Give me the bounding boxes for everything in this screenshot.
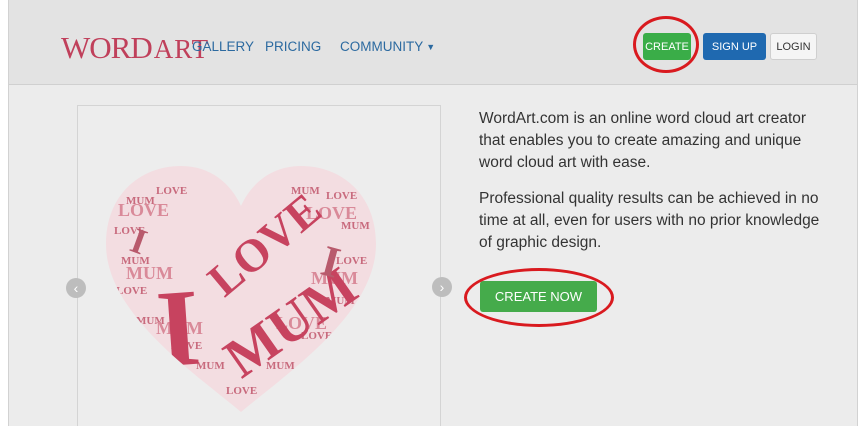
logo[interactable]: WORD ART	[61, 30, 209, 70]
signup-button[interactable]: SIGN UP	[703, 33, 766, 60]
login-button[interactable]: LOGIN	[770, 33, 817, 60]
intro-paragraph: WordArt.com is an online word cloud art …	[479, 110, 807, 171]
fill-word: LOVE	[118, 200, 169, 220]
nav-community-label: COMMUNITY	[340, 39, 424, 54]
quality-paragraph: Professional quality results can be achi…	[479, 190, 820, 251]
nav-pricing[interactable]: PRICING	[265, 39, 321, 54]
fill-word: LOVE	[116, 285, 147, 297]
page-frame: WORD ART GALLERY PRICING COMMUNITY ▼ CREA…	[8, 0, 858, 426]
chevron-left-icon[interactable]: ‹	[66, 278, 86, 298]
nav-community[interactable]: COMMUNITY ▼	[340, 39, 435, 54]
nav-gallery[interactable]: GALLERY	[192, 39, 254, 54]
navbar: WORD ART GALLERY PRICING COMMUNITY ▼ CREA…	[9, 0, 857, 85]
logo-word-1: WORD	[61, 30, 153, 65]
big-word-i: I	[153, 266, 204, 391]
fill-word: LOVE	[326, 190, 357, 202]
caret-down-icon: ▼	[426, 42, 436, 52]
word-cloud-heart-image: MUM LOVE LOVE MUM LOVE MUM LOVE MUM MUM …	[96, 154, 386, 416]
create-button[interactable]: CREATE	[643, 33, 691, 60]
fill-word: LOVE	[156, 185, 187, 197]
create-now-button[interactable]: CREATE NOW	[480, 281, 597, 312]
chevron-right-icon[interactable]: ›	[432, 277, 452, 297]
